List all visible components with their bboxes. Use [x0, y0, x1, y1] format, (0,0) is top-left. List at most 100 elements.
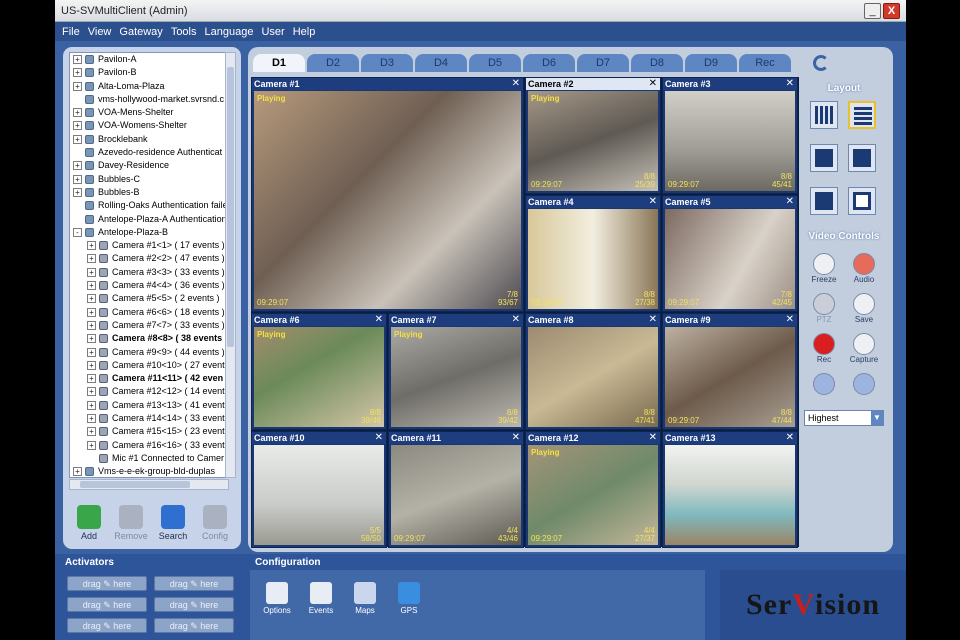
expand-icon[interactable]: + — [87, 440, 96, 450]
camera-video[interactable]: Playing 8/8 39/42 — [391, 327, 521, 427]
camera-video[interactable]: Playing 8/8 39/46 — [254, 327, 384, 427]
fullscreen-button[interactable] — [848, 187, 876, 215]
tree-horizontal-scrollbar[interactable] — [69, 479, 229, 490]
layout-9-button[interactable] — [810, 144, 838, 172]
expand-icon[interactable]: + — [87, 294, 96, 304]
tree-node[interactable]: Mic #1 Connected to Camer — [70, 452, 228, 465]
collapse-icon[interactable]: - — [73, 227, 82, 237]
camera-video[interactable] — [665, 445, 795, 545]
tree-vertical-scrollbar[interactable] — [225, 52, 236, 478]
freeze-button[interactable]: Freeze — [808, 253, 840, 284]
expand-icon[interactable]: + — [87, 320, 96, 330]
camera-video[interactable]: Playing 09:29:07 7/8 93/67 — [254, 91, 521, 309]
close-icon[interactable]: ✕ — [786, 78, 794, 90]
record-button[interactable]: Rec — [808, 333, 840, 364]
tab-d6[interactable]: D6 — [523, 54, 575, 72]
tab-d9[interactable]: D9 — [685, 54, 737, 72]
tree-node[interactable]: + Pavilon-B — [70, 66, 228, 79]
tree-node[interactable]: + Camera #8<8> ( 38 events — [70, 332, 228, 345]
camera-tile[interactable]: Camera #9 ✕ 09:29:07 8/8 47/44 — [662, 313, 798, 430]
tree-node[interactable]: + Camera #4<4> ( 36 events ) — [70, 279, 228, 292]
expand-icon[interactable]: + — [73, 68, 82, 78]
expand-icon[interactable]: + — [87, 281, 96, 291]
tree-node[interactable]: + Camera #16<16> ( 33 event — [70, 439, 228, 452]
tab-d8[interactable]: D8 — [631, 54, 683, 72]
gps-button[interactable]: GPS — [390, 582, 428, 615]
close-icon[interactable]: ✕ — [649, 314, 657, 326]
expand-icon[interactable]: + — [87, 241, 96, 251]
expand-icon[interactable]: + — [87, 334, 96, 344]
close-icon[interactable]: ✕ — [375, 432, 383, 444]
expand-icon[interactable]: + — [73, 174, 82, 184]
expand-icon[interactable]: + — [87, 414, 96, 424]
tree-node[interactable]: + Camera #2<2> ( 47 events ) — [70, 252, 228, 265]
expand-icon[interactable]: + — [87, 427, 96, 437]
close-icon[interactable]: ✕ — [375, 314, 383, 326]
expand-icon[interactable]: + — [73, 121, 82, 131]
layout-13-button[interactable] — [848, 101, 876, 129]
tab-d7[interactable]: D7 — [577, 54, 629, 72]
activator-slot[interactable]: drag ✎ here — [154, 597, 234, 612]
tab-d3[interactable]: D3 — [361, 54, 413, 72]
close-icon[interactable]: ✕ — [786, 314, 794, 326]
tree-node[interactable]: + Brocklebank — [70, 133, 228, 146]
camera-video[interactable]: 5/5 58/50 — [254, 445, 384, 545]
capture-button[interactable]: Capture — [848, 333, 880, 364]
menu-user[interactable]: User — [261, 26, 284, 38]
tab-rec[interactable]: Rec — [739, 54, 791, 72]
search-button[interactable]: Search — [153, 505, 193, 549]
expand-icon[interactable]: + — [87, 267, 96, 277]
close-button[interactable]: X — [883, 3, 900, 19]
expand-icon[interactable]: + — [73, 81, 82, 91]
camera-tile[interactable]: Camera #2 ✕ Playing 09:29:07 8/8 25/39 — [525, 77, 661, 194]
menu-file[interactable]: File — [62, 26, 80, 38]
close-icon[interactable]: ✕ — [512, 314, 520, 326]
scroll-thumb[interactable] — [227, 67, 234, 347]
tree-node[interactable]: Azevedo-residence Authenticat — [70, 146, 228, 159]
tree-node[interactable]: Antelope-Plaza-A Authentication — [70, 213, 228, 226]
tree-node[interactable]: + Camera #5<5> ( 2 events ) — [70, 292, 228, 305]
maps-button[interactable]: Maps — [346, 582, 384, 615]
close-icon[interactable]: ✕ — [512, 78, 520, 90]
save-button[interactable]: Save — [848, 293, 880, 324]
tree-node[interactable]: + Vms-e-e-ek-group-bld-duplas — [70, 465, 228, 477]
minimize-button[interactable]: _ — [864, 3, 881, 19]
camera-video[interactable]: Playing 09:29:07 4/4 27/37 — [528, 445, 658, 545]
activator-slot[interactable]: drag ✎ here — [154, 618, 234, 633]
camera-tile[interactable]: Camera #5 ✕ 09:29:07 7/8 42/45 — [662, 195, 798, 312]
camera-video[interactable]: 09:29:07 7/8 42/45 — [665, 209, 795, 309]
camera-video[interactable]: 09:29:07 8/8 47/44 — [665, 327, 795, 427]
camera-tile[interactable]: Camera #7 ✕ Playing 8/8 39/42 — [388, 313, 524, 430]
activator-slot[interactable]: drag ✎ here — [67, 576, 147, 591]
expand-icon[interactable]: + — [73, 187, 82, 197]
expand-icon[interactable]: + — [87, 347, 96, 357]
options-button[interactable]: Options — [258, 582, 296, 615]
layout-4-button[interactable] — [848, 144, 876, 172]
menu-tools[interactable]: Tools — [171, 26, 197, 38]
tree-node[interactable]: + Pavilon-A — [70, 53, 228, 66]
tree-node[interactable]: vms-hollywood-market.svrsnd.c — [70, 93, 228, 106]
close-icon[interactable]: ✕ — [649, 78, 657, 90]
tree-node[interactable]: + Camera #11<11> ( 42 even — [70, 372, 228, 385]
events-button[interactable]: Events — [302, 582, 340, 615]
zoom-out-button[interactable] — [848, 373, 880, 395]
activator-slot[interactable]: drag ✎ here — [154, 576, 234, 591]
camera-tile[interactable]: Camera #4 ✕ 09:29:07 8/8 27/38 — [525, 195, 661, 312]
camera-tile[interactable]: Camera #13 ✕ — [662, 431, 798, 548]
tree-node[interactable]: + Camera #15<15> ( 23 event — [70, 425, 228, 438]
expand-icon[interactable]: + — [87, 400, 96, 410]
tree-node[interactable]: + Bubbles-B — [70, 186, 228, 199]
tree-node[interactable]: + Davey-Residence — [70, 159, 228, 172]
expand-icon[interactable]: + — [73, 55, 82, 64]
refresh-icon[interactable] — [813, 55, 829, 71]
tree-node[interactable]: + Camera #1<1> ( 17 events ) — [70, 239, 228, 252]
zoom-in-button[interactable] — [808, 373, 840, 395]
expand-icon[interactable]: + — [73, 134, 82, 144]
camera-video[interactable]: 09:29:07 4/4 43/46 — [391, 445, 521, 545]
tree-node[interactable]: + VOA-Womens-Shelter — [70, 119, 228, 132]
activator-slot[interactable]: drag ✎ here — [67, 597, 147, 612]
camera-tile[interactable]: Camera #11 ✕ 09:29:07 4/4 43/46 — [388, 431, 524, 548]
tree-node[interactable]: + Camera #3<3> ( 33 events ) — [70, 266, 228, 279]
activator-slot[interactable]: drag ✎ here — [67, 618, 147, 633]
expand-icon[interactable]: + — [87, 307, 96, 317]
